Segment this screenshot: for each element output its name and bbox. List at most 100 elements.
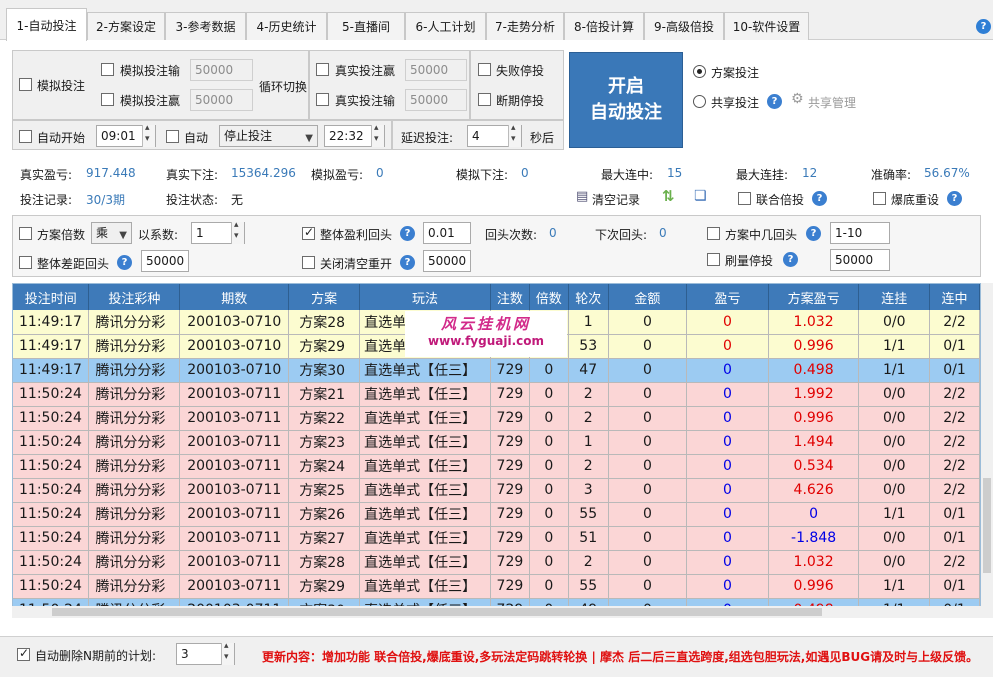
overall-pl-help-icon[interactable]: ? xyxy=(400,226,415,241)
table-row[interactable]: 11:50:24 腾讯分分彩 200103-0711 方案26 直选单式【任三】 729 0… xyxy=(13,502,980,527)
table-cell: 0 xyxy=(686,478,769,503)
plan-hits-checkbox[interactable] xyxy=(707,227,720,240)
share-bet-help-icon[interactable]: ? xyxy=(767,94,782,109)
tab-auto-bet[interactable]: 1-自动投注 xyxy=(6,8,87,41)
share-manage-link[interactable]: 共享管理 xyxy=(808,94,856,111)
real-bet-win-input[interactable]: 50000 xyxy=(405,59,467,81)
plan-hits-input[interactable]: 1-10 xyxy=(830,222,890,244)
auto-delete-checkbox[interactable] xyxy=(17,646,30,661)
table-row[interactable]: 11:50:24 腾讯分分彩 200103-0711 方案21 直选单式【任三】 729 0… xyxy=(13,382,980,407)
tab-trend-analysis[interactable]: 7-走势分析 xyxy=(486,12,564,40)
table-cell: 0 xyxy=(529,550,569,575)
column-header[interactable]: 方案盈亏 xyxy=(768,284,860,310)
delay-label: 延迟投注: xyxy=(401,131,454,145)
auto-action-checkbox[interactable] xyxy=(166,130,179,143)
help-icon[interactable]: ? xyxy=(976,19,991,34)
vscroll-thumb[interactable] xyxy=(983,478,991,573)
reset-help-icon[interactable]: ? xyxy=(947,191,962,206)
delay-spinner[interactable] xyxy=(508,123,521,147)
vertical-scrollbar[interactable] xyxy=(981,283,993,618)
tab-manual-plan[interactable]: 6-人工计划 xyxy=(405,12,486,40)
close-reopen-checkbox[interactable] xyxy=(302,256,315,269)
real-bet-lose-input[interactable]: 50000 xyxy=(405,89,467,111)
sim-bet-lose-checkbox[interactable] xyxy=(101,63,114,76)
share-bet-radio[interactable] xyxy=(693,95,706,108)
real-bet-win-checkbox[interactable] xyxy=(316,63,329,76)
plan-bet-radio[interactable] xyxy=(693,65,706,78)
sim-bet-checkbox[interactable] xyxy=(19,78,32,91)
table-row[interactable]: 11:50:24 腾讯分分彩 200103-0711 方案24 直选单式【任三】 729 0… xyxy=(13,454,980,479)
table-row[interactable]: 11:50:24 腾讯分分彩 200103-0711 方案27 直选单式【任三】 729 0… xyxy=(13,526,980,551)
flush-stop-checkbox[interactable] xyxy=(707,253,720,266)
table-row[interactable]: 11:50:24 腾讯分分彩 200103-0711 方案29 直选单式【任三】 729 0… xyxy=(13,574,980,599)
table-cell: 腾讯分分彩 xyxy=(88,550,181,575)
copy-icon[interactable]: ❏ xyxy=(694,188,707,204)
tab-reference-data[interactable]: 3-参考数据 xyxy=(165,12,246,40)
tab-multiplier-calc[interactable]: 8-倍投计算 xyxy=(564,12,644,40)
real-bet-lose-checkbox[interactable] xyxy=(316,93,329,106)
plan-hits-help-icon[interactable]: ? xyxy=(806,226,821,241)
tab-advanced-multiplier[interactable]: 9-高级倍投 xyxy=(644,12,724,40)
multiple-label: 方案倍数 xyxy=(37,228,86,242)
auto-delete-spinner[interactable] xyxy=(221,641,234,665)
column-header[interactable]: 轮次 xyxy=(568,284,609,310)
sim-bet-win-checkbox[interactable] xyxy=(101,93,114,106)
hscroll-thumb[interactable] xyxy=(52,608,822,616)
auto-action-select[interactable]: 停止投注 ▼ xyxy=(219,125,318,147)
tab-software-settings[interactable]: 10-软件设置 xyxy=(724,12,809,40)
multiple-checkbox[interactable] xyxy=(19,227,32,240)
flush-stop-input[interactable]: 50000 xyxy=(830,249,890,271)
close-reopen-help-icon[interactable]: ? xyxy=(400,255,415,270)
table-cell: 1.992 xyxy=(768,382,860,407)
tab-history-stats[interactable]: 4-历史统计 xyxy=(246,12,327,40)
joint-help-icon[interactable]: ? xyxy=(812,191,827,206)
column-header[interactable]: 注数 xyxy=(490,284,530,310)
joint-multiplier-checkbox[interactable] xyxy=(738,192,751,205)
sort-arrows-icon[interactable]: ⇅ xyxy=(662,187,675,205)
table-cell: 200103-0711 xyxy=(179,550,290,575)
clear-records-button[interactable]: 清空记录 xyxy=(592,191,640,208)
column-header[interactable]: 盈亏 xyxy=(686,284,769,310)
fail-stop-checkbox[interactable] xyxy=(478,63,491,76)
flush-stop-help-icon[interactable]: ? xyxy=(783,252,798,267)
sim-bet-lose-input[interactable]: 50000 xyxy=(190,59,253,81)
column-header[interactable]: 玩法 xyxy=(359,284,491,310)
table-cell: 腾讯分分彩 xyxy=(88,502,181,527)
column-header[interactable]: 连挂 xyxy=(858,284,931,310)
table-row[interactable]: 11:50:24 腾讯分分彩 200103-0711 方案28 直选单式【任三】 729 0… xyxy=(13,550,980,575)
column-header[interactable]: 倍数 xyxy=(529,284,569,310)
start-auto-bet-button[interactable]: 开启 自动投注 xyxy=(569,52,683,148)
column-header[interactable]: 投注彩种 xyxy=(88,284,181,310)
horizontal-scrollbar[interactable] xyxy=(12,606,981,618)
table-cell: 53 xyxy=(568,334,609,359)
column-header[interactable]: 方案 xyxy=(288,284,361,310)
tab-plan-settings[interactable]: 2-方案设定 xyxy=(87,12,165,40)
overall-gap-input[interactable]: 50000 xyxy=(141,250,189,272)
overall-gap-help-icon[interactable]: ? xyxy=(117,255,132,270)
table-cell: 11:50:24 xyxy=(13,430,90,455)
overall-gap-checkbox[interactable] xyxy=(19,256,32,269)
column-header[interactable]: 投注时间 xyxy=(13,284,90,310)
auto-start-checkbox[interactable] xyxy=(19,130,32,143)
column-header[interactable]: 期数 xyxy=(179,284,290,310)
coef-spinner[interactable] xyxy=(231,220,244,244)
table-row[interactable]: 11:49:17 腾讯分分彩 200103-0710 方案30 直选单式【任三】 729 0… xyxy=(13,358,980,383)
reset-checkbox[interactable] xyxy=(873,192,886,205)
break-stop-checkbox[interactable] xyxy=(478,93,491,106)
overall-pl-input[interactable]: 0.01 xyxy=(423,222,471,244)
tab-live-room[interactable]: 5-直播间 xyxy=(327,12,405,40)
table-cell: 1.032 xyxy=(768,550,860,575)
overall-pl-checkbox[interactable] xyxy=(302,225,315,240)
table-cell: 0/1 xyxy=(929,502,980,527)
close-reopen-input[interactable]: 50000 xyxy=(423,250,471,272)
column-header[interactable]: 连中 xyxy=(929,284,980,310)
table-row[interactable]: 11:50:24 腾讯分分彩 200103-0711 方案25 直选单式【任三】 729 0… xyxy=(13,478,980,503)
table-row[interactable]: 11:50:24 腾讯分分彩 200103-0711 方案22 直选单式【任三】 729 0… xyxy=(13,406,980,431)
column-header[interactable]: 金额 xyxy=(608,284,688,310)
sim-bet-win-input[interactable]: 50000 xyxy=(190,89,253,111)
table-row[interactable]: 11:50:24 腾讯分分彩 200103-0711 方案23 直选单式【任三】 729 0… xyxy=(13,430,980,455)
table-cell: 0 xyxy=(529,502,569,527)
op-select[interactable]: 乘 ▼ xyxy=(91,222,132,244)
start-time-spinner[interactable] xyxy=(142,123,155,147)
end-time-spinner[interactable] xyxy=(371,123,384,147)
